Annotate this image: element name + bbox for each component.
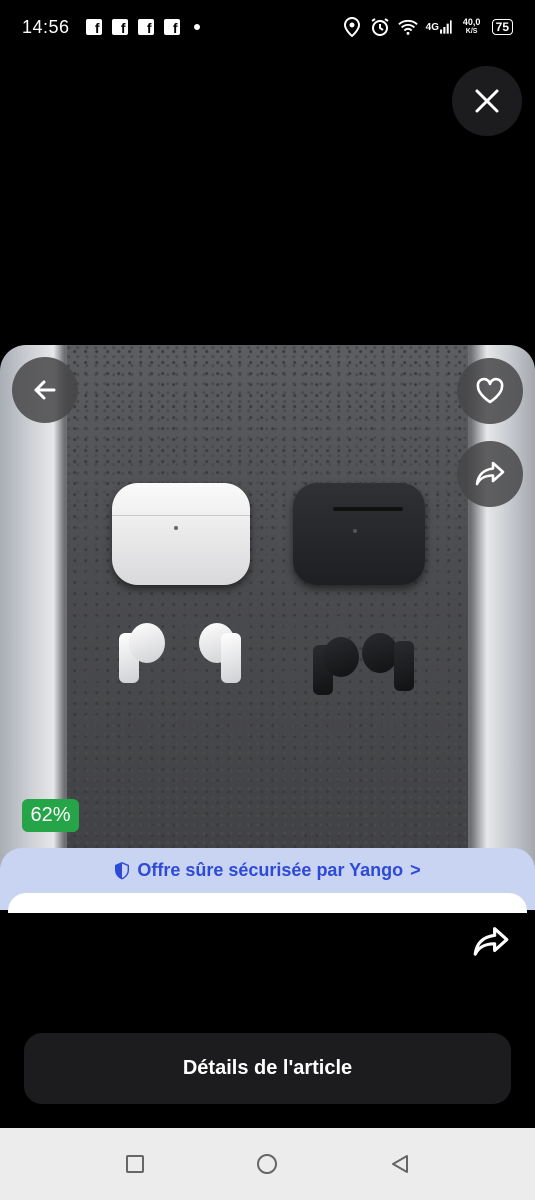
share-button[interactable] xyxy=(457,441,523,507)
back-nav-icon[interactable] xyxy=(389,1153,411,1175)
white-earbuds-case xyxy=(112,483,250,585)
recent-apps-icon[interactable] xyxy=(125,1154,145,1174)
status-time: 14:56 xyxy=(22,16,70,37)
alarm-icon xyxy=(370,17,390,37)
chevron-right-icon: > xyxy=(410,859,421,880)
share-button-bottom[interactable] xyxy=(467,918,515,966)
status-bar: 14:56 f f f f 4G 40,0 K/S 75 xyxy=(0,0,535,54)
shield-icon xyxy=(115,861,130,879)
home-icon[interactable] xyxy=(255,1152,279,1176)
heart-icon xyxy=(476,377,504,404)
facebook-icon: f xyxy=(137,19,154,35)
network-speed: 40,0 K/S xyxy=(462,17,481,36)
facebook-icon: f xyxy=(85,19,102,35)
wifi-icon xyxy=(397,17,418,37)
more-notifications-dot xyxy=(193,24,200,30)
details-sheet-edge xyxy=(8,893,527,913)
location-icon xyxy=(342,17,362,37)
safety-banner-link[interactable]: Offre sûre sécurisée par Yango > xyxy=(0,848,535,892)
status-right: 4G 40,0 K/S 75 xyxy=(342,17,513,37)
product-photo[interactable] xyxy=(67,345,468,910)
arrow-left-icon xyxy=(34,380,56,400)
cellular-icon: 4G xyxy=(426,17,452,37)
favorite-button[interactable] xyxy=(457,358,523,424)
back-button[interactable] xyxy=(12,357,78,423)
item-details-button[interactable]: Détails de l'article xyxy=(24,1033,511,1104)
close-button[interactable] xyxy=(452,66,522,136)
share-icon xyxy=(473,927,509,956)
black-earbuds-case xyxy=(293,483,425,585)
system-navigation-bar xyxy=(0,1128,535,1200)
safety-banner[interactable]: Offre sûre sécurisée par Yango > xyxy=(0,848,535,913)
facebook-icon: f xyxy=(163,19,180,35)
notification-icons: f f f f xyxy=(85,19,180,35)
discount-badge: 62% xyxy=(22,799,79,832)
facebook-icon: f xyxy=(111,19,128,35)
share-icon xyxy=(475,461,505,486)
product-image-card[interactable] xyxy=(0,345,535,910)
battery-indicator: 75 xyxy=(491,19,513,35)
safety-banner-text: Offre sûre sécurisée par Yango xyxy=(137,859,404,880)
close-icon xyxy=(475,89,499,113)
